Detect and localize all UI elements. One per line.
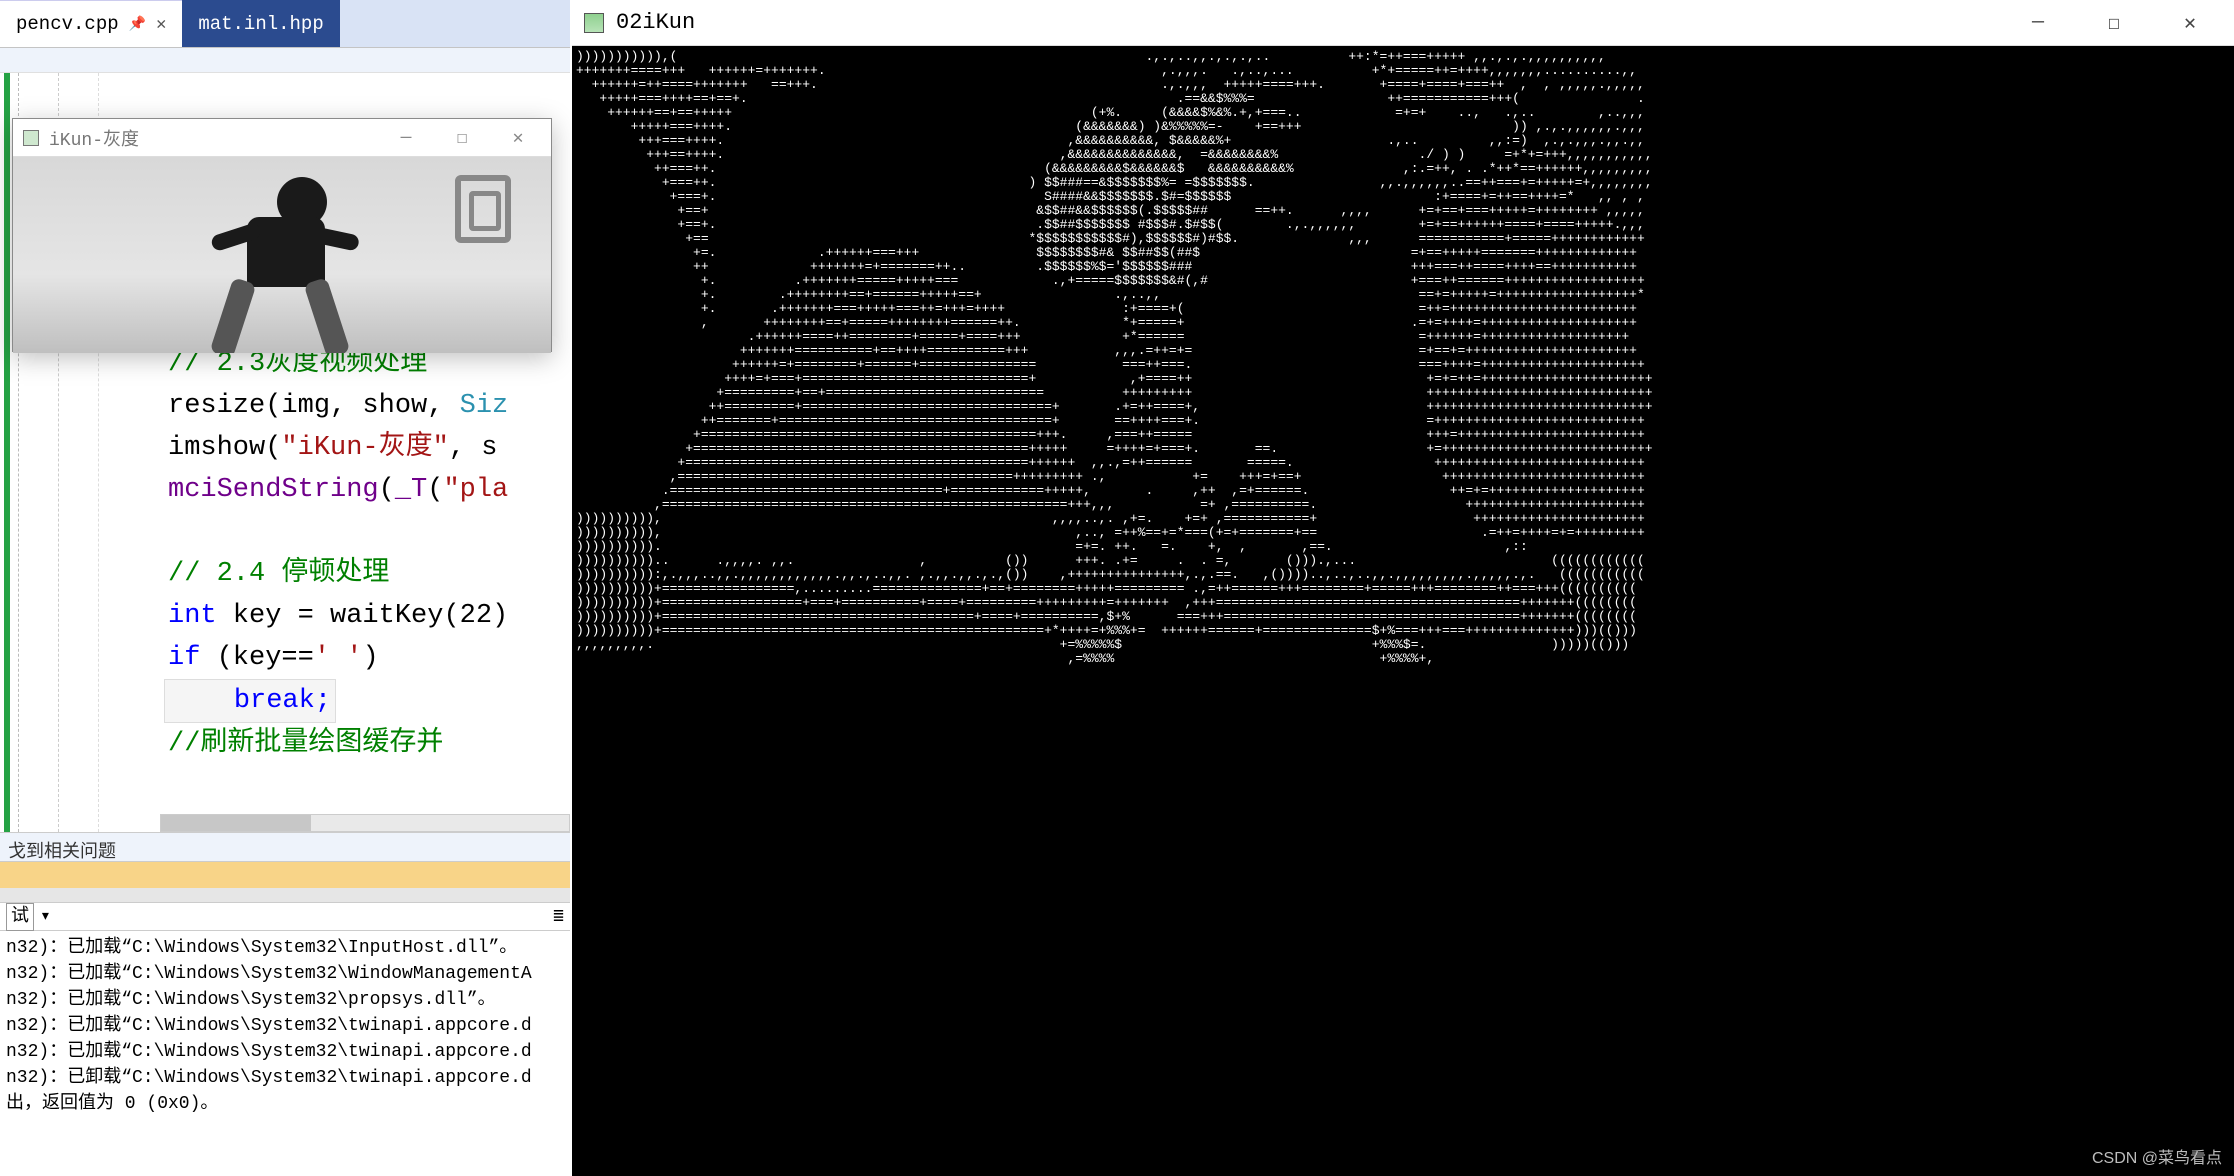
output-panel: 试 ▾ ≣ n32)：已加载“C:\Windows\System32\Input… [0, 902, 570, 1176]
code-token: "iKun-灰度" [281, 433, 448, 463]
code-comment: // 2.3灰度视频处理 [168, 349, 427, 379]
console-window-title: 02iKun [616, 10, 695, 35]
tab-label: mat.inl.hpp [198, 13, 323, 35]
code-token: ( [265, 433, 281, 463]
tab-bar: pencv.cpp 📌 ✕ mat.inl.hpp [0, 0, 570, 48]
divider-strip [0, 888, 570, 902]
code-token: _T [395, 475, 427, 505]
output-line: n32)：已加载“C:\Windows\System32\WindowManag… [6, 964, 532, 984]
minimize-button[interactable]: — [383, 124, 429, 152]
output-toolbar-icon[interactable]: ≣ [553, 904, 564, 930]
output-line: n32)：已加载“C:\Windows\System32\InputHost.d… [6, 938, 517, 958]
code-token: mciSendString [168, 475, 379, 505]
code-token: imshow [168, 433, 265, 463]
opencv-window-title: iKun-灰度 [49, 125, 139, 151]
code-content[interactable]: // 2.3灰度视频处理 resize(img, show, Siz imsho… [28, 343, 570, 765]
close-button[interactable]: ✕ [2158, 1, 2222, 45]
output-content[interactable]: n32)：已加载“C:\Windows\System32\InputHost.d… [0, 931, 570, 1121]
output-header: 试 ▾ ≣ [0, 903, 570, 931]
maximize-button[interactable]: ☐ [439, 124, 485, 152]
problems-bar[interactable]: 戈到相关问题 [0, 832, 570, 862]
code-token: ( [427, 475, 443, 505]
horizontal-scrollbar[interactable] [160, 814, 570, 832]
maximize-button[interactable]: ☐ [2082, 1, 2146, 45]
output-dropdown[interactable]: 试 [6, 903, 34, 931]
pin-icon[interactable]: 📌 [129, 16, 146, 33]
output-line: n32)：已加载“C:\Windows\System32\twinapi.app… [6, 1042, 532, 1062]
warning-strip [0, 862, 570, 888]
close-button[interactable]: ✕ [495, 124, 541, 152]
scrollbar-thumb[interactable] [161, 815, 311, 831]
sub-toolbar [0, 48, 570, 72]
opencv-titlebar[interactable]: iKun-灰度 — ☐ ✕ [13, 119, 551, 157]
dropdown-arrow-icon[interactable]: ▾ [40, 904, 51, 930]
app-icon [23, 130, 39, 146]
output-line: n32)：已卸载“C:\Windows\System32\twinapi.app… [6, 1068, 532, 1088]
code-token: "pla [443, 475, 508, 505]
code-token: int [168, 601, 217, 631]
highlighted-line: break; [164, 679, 336, 723]
opencv-window-ikun-grayscale[interactable]: iKun-灰度 — ☐ ✕ [12, 118, 552, 352]
output-line: n32)：已加载“C:\Windows\System32\twinapi.app… [6, 1016, 532, 1036]
visual-studio-editor: pencv.cpp 📌 ✕ mat.inl.hpp // 2.3灰度视频处理 r… [0, 0, 570, 1176]
code-token: (key== [200, 643, 313, 673]
console-window-02ikun[interactable]: 02iKun — ☐ ✕ ))))))))))),( .,.,..,,.,.,.… [572, 0, 2234, 1176]
code-token: resize [168, 391, 265, 421]
dancer-figure [203, 177, 353, 353]
code-token: ( [379, 475, 395, 505]
code-token: Siz [460, 391, 509, 421]
code-token: , s [449, 433, 498, 463]
opencv-image-frame [13, 157, 551, 353]
output-line: 出，返回值为 0 (0x0)。 [6, 1094, 218, 1114]
console-titlebar[interactable]: 02iKun — ☐ ✕ [572, 0, 2234, 46]
problems-text: 戈到相关问题 [8, 843, 116, 863]
code-token: ' ' [314, 643, 363, 673]
tab-opencv-cpp[interactable]: pencv.cpp 📌 ✕ [0, 0, 182, 47]
code-token: (img, show, [265, 391, 459, 421]
tab-label: pencv.cpp [16, 13, 119, 35]
code-token: key = waitKey(22) [217, 601, 509, 631]
close-icon[interactable]: ✕ [156, 14, 166, 35]
code-token: break; [234, 686, 331, 716]
watermark-text: CSDN @菜鸟看点 [2092, 1144, 2222, 1168]
code-token: if [168, 643, 200, 673]
code-comment: //刷新批量绘图缓存并 [168, 729, 443, 759]
minimize-button[interactable]: — [2006, 1, 2070, 45]
output-line: n32)：已加载“C:\Windows\System32\propsys.dll… [6, 990, 496, 1010]
background-object [455, 175, 511, 243]
code-token: ) [362, 643, 378, 673]
bracket-indicator [4, 73, 10, 832]
app-icon [584, 13, 604, 33]
code-comment: // 2.4 停顿处理 [168, 559, 389, 589]
tab-mat-inl-hpp[interactable]: mat.inl.hpp [182, 0, 339, 47]
console-ascii-art[interactable]: ))))))))))),( .,.,..,,.,.,.,.. ++:*=++==… [572, 46, 2234, 1176]
